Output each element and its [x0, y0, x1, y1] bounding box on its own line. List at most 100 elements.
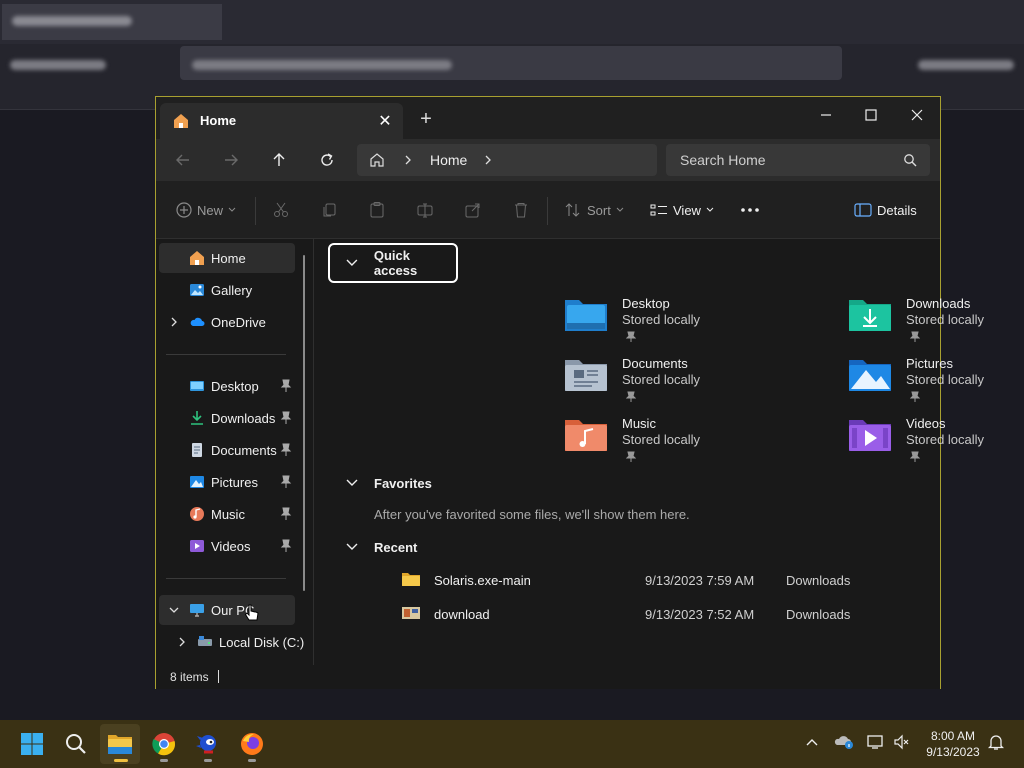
sidebar-item-downloads[interactable]: Downloads — [159, 403, 295, 433]
recent-row[interactable]: Solaris.exe-main 9/13/2023 7:59 AM Downl… — [401, 569, 871, 593]
chevron-right-icon[interactable] — [168, 315, 180, 329]
rename-button[interactable] — [416, 198, 434, 222]
sidebar-item-desktop[interactable]: Desktop — [159, 371, 295, 401]
firefox-taskbar-button[interactable] — [232, 724, 272, 764]
sidebar-item-music[interactable]: Music — [159, 499, 295, 529]
sidebar-item-local-disk[interactable]: Local Disk (C:) — [167, 627, 304, 657]
new-tab-button[interactable]: + — [414, 109, 438, 133]
favorites-header[interactable]: Favorites — [346, 463, 432, 503]
status-bar: 8 items — [156, 665, 940, 689]
network-icon — [867, 735, 883, 749]
volume-tray-button[interactable] — [892, 732, 912, 752]
more-icon — [741, 208, 759, 212]
chevron-right-icon[interactable] — [176, 635, 188, 649]
cut-button[interactable] — [272, 198, 290, 222]
search-taskbar-button[interactable] — [56, 724, 96, 764]
pin-icon[interactable] — [280, 475, 292, 489]
more-options-button[interactable] — [740, 198, 760, 222]
sort-button-label: Sort — [587, 202, 611, 218]
sidebar-scrollbar[interactable] — [303, 255, 305, 591]
delete-button[interactable] — [512, 198, 530, 222]
sort-button[interactable]: Sort — [564, 198, 624, 222]
clock[interactable]: 8:00 AM 9/13/2023 — [920, 728, 986, 760]
sidebar-item-gallery[interactable]: Gallery — [159, 275, 295, 305]
view-icon — [650, 204, 667, 216]
game-taskbar-button[interactable] — [188, 724, 228, 764]
close-tab-button[interactable]: ✕ — [373, 109, 397, 133]
chevron-down-icon[interactable] — [168, 603, 180, 617]
breadcrumb-home[interactable]: Home — [430, 152, 467, 168]
back-button[interactable] — [170, 147, 196, 173]
quick-access-item-documents[interactable]: Documents Stored locally — [564, 356, 824, 416]
navigation-bar: Home Search Home — [156, 139, 940, 181]
file-explorer-icon — [108, 735, 132, 754]
show-hidden-icons-button[interactable] — [802, 732, 822, 752]
background-blurred-address — [180, 46, 842, 80]
content-pane: Quick access Desktop Stored locally Down… — [315, 239, 984, 665]
sidebar-item-our-pc[interactable]: Our PC — [159, 595, 295, 625]
details-button[interactable]: Details — [854, 198, 917, 222]
sidebar-item-home[interactable]: Home — [159, 243, 295, 273]
background-blurred-text — [918, 60, 1014, 70]
sidebar-item-videos[interactable]: Videos — [159, 531, 295, 561]
new-button[interactable]: New — [176, 198, 236, 222]
tab-home[interactable]: Home ✕ — [160, 103, 403, 139]
view-button[interactable]: View — [650, 198, 714, 222]
file-explorer-taskbar-button[interactable] — [100, 724, 140, 764]
home-icon — [369, 152, 385, 173]
rename-icon — [417, 203, 433, 218]
details-pane-icon — [854, 203, 872, 217]
forward-arrow-icon — [225, 154, 238, 166]
pin-icon[interactable] — [280, 411, 292, 425]
copy-button[interactable] — [320, 198, 338, 222]
address-bar[interactable]: Home — [357, 144, 657, 176]
onedrive-tray-button[interactable] — [834, 732, 854, 752]
network-tray-button[interactable] — [866, 732, 886, 752]
start-button[interactable] — [12, 724, 52, 764]
sidebar-item-pictures[interactable]: Pictures — [159, 467, 295, 497]
recent-row[interactable]: download 9/13/2023 7:52 AM Downloads — [401, 603, 871, 627]
share-button[interactable] — [464, 198, 482, 222]
sidebar-item-label: Videos — [211, 539, 251, 554]
pin-icon — [625, 330, 637, 342]
favorites-empty-message: After you've favorited some files, we'll… — [374, 507, 690, 522]
minimize-button[interactable] — [806, 101, 846, 129]
pin-icon — [909, 450, 921, 462]
quick-access-header[interactable]: Quick access — [328, 243, 458, 283]
chevron-right-icon[interactable] — [403, 152, 413, 173]
quick-access-item-music[interactable]: Music Stored locally — [564, 416, 824, 476]
running-indicator — [204, 759, 212, 762]
sidebar-item-onedrive[interactable]: OneDrive — [159, 307, 295, 337]
maximize-button[interactable] — [851, 101, 891, 129]
clipboard-icon — [370, 202, 384, 218]
sidebar-item-documents[interactable]: Documents — [159, 435, 295, 465]
background-blurred-text — [10, 60, 106, 70]
close-window-button[interactable] — [897, 101, 937, 129]
chevron-right-icon[interactable] — [483, 152, 493, 173]
notifications-button[interactable] — [986, 732, 1006, 752]
hand-cursor-icon — [244, 603, 260, 630]
refresh-button[interactable] — [314, 147, 340, 173]
recent-header[interactable]: Recent — [346, 527, 417, 567]
quick-access-item-desktop[interactable]: Desktop Stored locally — [564, 296, 824, 356]
desktop-folder-icon — [564, 296, 608, 336]
downloads-folder-icon — [189, 410, 205, 426]
music-folder-icon — [189, 506, 205, 522]
forward-button[interactable] — [218, 147, 244, 173]
pin-icon[interactable] — [280, 443, 292, 457]
up-button[interactable] — [266, 147, 292, 173]
pin-icon[interactable] — [280, 379, 292, 393]
chrome-taskbar-button[interactable] — [144, 724, 184, 764]
home-icon — [172, 112, 190, 135]
quick-access-item-videos[interactable]: Videos Stored locally — [848, 416, 1024, 476]
search-input[interactable]: Search Home — [666, 144, 930, 176]
item-name: Documents — [622, 356, 688, 371]
pin-icon[interactable] — [280, 539, 292, 553]
quick-access-item-pictures[interactable]: Pictures Stored locally — [848, 356, 1024, 416]
pictures-folder-icon — [848, 356, 892, 396]
quick-access-item-downloads[interactable]: Downloads Stored locally — [848, 296, 1024, 356]
sidebar-item-label: OneDrive — [211, 315, 266, 330]
pin-icon[interactable] — [280, 507, 292, 521]
pin-icon — [909, 390, 921, 402]
paste-button[interactable] — [368, 198, 386, 222]
